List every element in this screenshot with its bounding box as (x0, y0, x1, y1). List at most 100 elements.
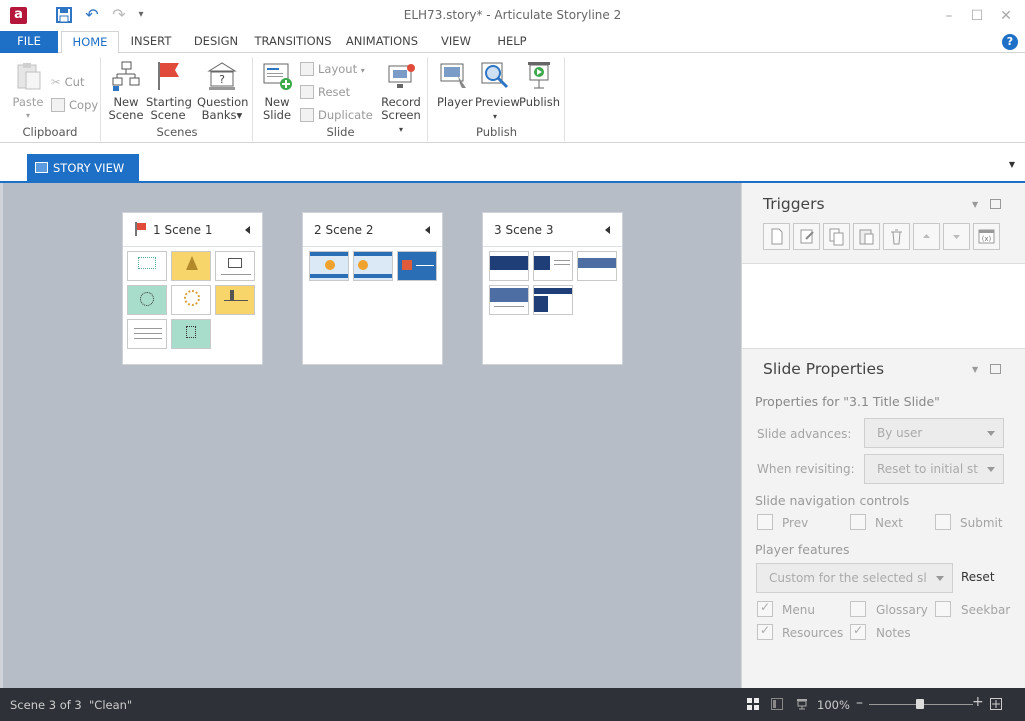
cut-button[interactable]: ✂ Cut (51, 73, 84, 91)
scene-card-1[interactable]: 1 Scene 1 (122, 212, 263, 365)
scene-header[interactable]: 3 Scene 3 (483, 213, 622, 247)
starting-scene-button[interactable]: Starting Scene (146, 60, 192, 122)
normal-view-icon[interactable] (771, 698, 783, 710)
slide-thumbnail[interactable] (127, 285, 167, 315)
slide-thumbnail[interactable] (577, 251, 617, 281)
edit-trigger-icon[interactable] (793, 223, 820, 250)
new-slide-button[interactable]: New Slide (259, 60, 295, 122)
slide-thumbnail[interactable] (171, 251, 211, 281)
slide-thumbnail[interactable] (171, 319, 211, 349)
tab-animations[interactable]: ANIMATIONS (343, 31, 421, 53)
player-features-reset-button[interactable]: Reset (961, 570, 995, 584)
tab-home[interactable]: HOME (61, 31, 119, 54)
paste-icon (12, 60, 44, 92)
new-scene-button[interactable]: New Scene (108, 60, 144, 122)
new-scene-label: New Scene (108, 95, 144, 122)
slide-properties-menu-icon[interactable]: ▼ (972, 365, 978, 374)
tab-file[interactable]: FILE (0, 31, 58, 53)
slide-thumbnail[interactable] (127, 251, 167, 281)
preview-slide-icon[interactable] (796, 698, 808, 710)
question-banks-label: Question Banks▾ (197, 95, 249, 122)
tab-view[interactable]: VIEW (434, 31, 478, 53)
slide-thumbnail[interactable] (533, 285, 573, 315)
slide-thumbnail[interactable] (489, 285, 529, 315)
variables-icon[interactable]: (x) (973, 223, 1000, 250)
help-icon[interactable]: ? (1002, 34, 1018, 50)
tab-transitions[interactable]: TRANSITIONS (253, 31, 333, 53)
ribbon: Paste ▾ ✂ Cut Copy Clipboard New Scene Sta… (0, 53, 1025, 143)
triggers-menu-icon[interactable]: ▼ (972, 200, 978, 209)
menu-label: Menu (782, 603, 815, 617)
collapse-arrow-icon[interactable] (605, 226, 610, 234)
resources-checkbox[interactable] (757, 623, 773, 640)
triggers-undock-icon[interactable] (990, 199, 1001, 209)
slide-thumbnail[interactable] (127, 319, 167, 349)
tab-story-view[interactable]: STORY VIEW (27, 154, 139, 183)
scene-title: 2 Scene 2 (314, 223, 374, 237)
next-checkbox[interactable] (850, 514, 866, 530)
zoom-out-button[interactable]: – (856, 695, 863, 711)
new-trigger-icon[interactable] (763, 223, 790, 250)
slide-advances-dropdown[interactable]: By user (864, 418, 1004, 448)
tab-insert[interactable]: INSERT (124, 31, 178, 53)
glossary-checkbox[interactable] (850, 601, 866, 617)
slide-properties-undock-icon[interactable] (990, 364, 1001, 374)
move-down-icon[interactable] (943, 223, 970, 250)
when-revisiting-dropdown[interactable]: Reset to initial st (864, 454, 1004, 484)
slide-thumbnail[interactable] (397, 251, 437, 281)
player-button[interactable]: Player (437, 60, 473, 109)
question-banks-button[interactable]: ? Question Banks▾ (197, 60, 249, 122)
zoom-in-button[interactable]: + (972, 694, 984, 710)
story-canvas[interactable]: 1 Scene 1 2 Scene 2 3 Scene 3 (0, 183, 741, 688)
fit-to-window-icon[interactable] (990, 698, 1002, 710)
triggers-list[interactable] (742, 263, 1025, 349)
maximize-icon[interactable]: ☐ (966, 6, 988, 26)
menu-checkbox[interactable] (757, 600, 773, 617)
slide-thumbnail[interactable] (489, 251, 529, 281)
collapse-arrow-icon[interactable] (425, 226, 430, 234)
close-icon[interactable]: ✕ (995, 6, 1017, 26)
seekbar-checkbox[interactable] (935, 601, 951, 617)
reset-slide-button[interactable]: Reset (300, 83, 350, 101)
scene-card-3[interactable]: 3 Scene 3 (482, 212, 623, 365)
collapse-arrow-icon[interactable] (245, 226, 250, 234)
chevron-down-icon (987, 467, 995, 472)
zoom-slider-thumb[interactable] (916, 699, 924, 709)
delete-trigger-icon[interactable] (883, 223, 910, 250)
record-screen-icon (385, 60, 417, 92)
publish-group-label: Publish (476, 125, 517, 139)
duplicate-button[interactable]: Duplicate (300, 106, 373, 124)
ribbon-tabs: FILE HOME INSERT DESIGN TRANSITIONS ANIM… (0, 31, 1025, 54)
player-features-dropdown[interactable]: Custom for the selected sl (756, 563, 953, 593)
tab-help[interactable]: HELP (491, 31, 533, 53)
svg-text:?: ? (219, 73, 225, 86)
publish-button[interactable]: Publish (519, 60, 560, 109)
scene-card-2[interactable]: 2 Scene 2 (302, 212, 443, 365)
move-up-icon[interactable] (913, 223, 940, 250)
slide-thumbnail[interactable] (171, 285, 211, 315)
submit-checkbox[interactable] (935, 514, 951, 530)
scene-header[interactable]: 2 Scene 2 (303, 213, 442, 247)
slide-thumbnail[interactable] (215, 285, 255, 315)
scene-header[interactable]: 1 Scene 1 (123, 213, 262, 247)
layout-button[interactable]: Layout ▾ (300, 60, 365, 78)
slide-group: New Slide Layout ▾ Reset Duplicate Record… (254, 57, 428, 141)
minimize-icon[interactable]: – (938, 6, 960, 26)
copy-trigger-icon[interactable] (823, 223, 850, 250)
notes-checkbox[interactable] (850, 623, 866, 640)
slide-thumbnail[interactable] (353, 251, 393, 281)
tab-design[interactable]: DESIGN (188, 31, 244, 53)
slide-thumbnail[interactable] (309, 251, 349, 281)
title-bar: a ↶ ↷ ▾ ELH73.story* - Articulate Storyl… (0, 0, 1025, 31)
clipboard-group-label: Clipboard (22, 125, 78, 139)
scenes-group-label: Scenes (156, 125, 198, 139)
paste-button[interactable]: Paste ▾ (9, 60, 47, 122)
view-dropdown-icon[interactable]: ▼ (1009, 160, 1015, 169)
paste-trigger-icon[interactable] (853, 223, 880, 250)
slide-thumbnail[interactable] (215, 251, 255, 281)
preview-button[interactable]: Preview ▾ (475, 60, 520, 123)
prev-checkbox[interactable] (757, 514, 773, 530)
copy-button[interactable]: Copy (51, 96, 98, 114)
slide-thumbnail[interactable] (533, 251, 573, 281)
story-view-grid-icon[interactable] (747, 698, 759, 710)
